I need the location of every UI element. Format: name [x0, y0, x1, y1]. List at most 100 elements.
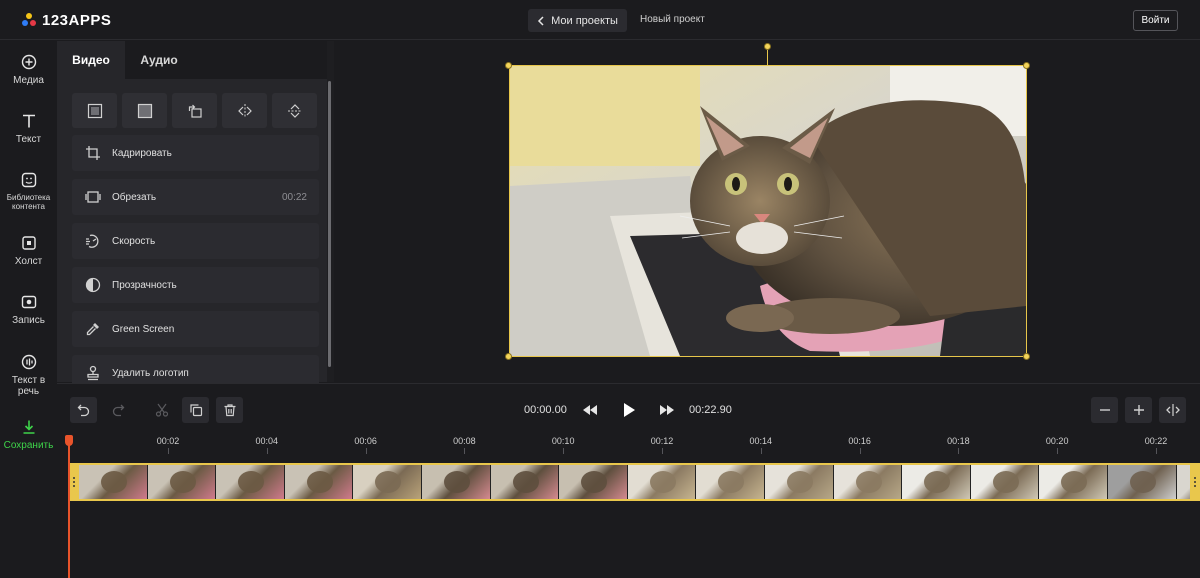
- app-logo[interactable]: 123APPS: [22, 10, 111, 30]
- thumbnail-cat-shape: [512, 471, 539, 493]
- rewind-icon: [582, 405, 597, 415]
- fast-forward-icon: [659, 405, 674, 415]
- clip-thumbnail: [147, 465, 217, 499]
- playhead-handle[interactable]: [65, 435, 73, 446]
- properties-panel: Видео Аудио Кадрировать Обрезать 00:22 С…: [57, 41, 334, 391]
- resize-handle-bottom-right[interactable]: [1023, 353, 1030, 360]
- rotate-button[interactable]: [172, 93, 217, 128]
- video-track-clip[interactable]: [69, 463, 1200, 501]
- sidebar-item-text[interactable]: Текст: [0, 112, 57, 145]
- clip-trim-handle-left[interactable]: [69, 463, 79, 501]
- top-bar: 123APPS Мои проекты Новый проект Войти: [0, 0, 1200, 40]
- rotate-handle[interactable]: [764, 43, 771, 50]
- thumbnail-cat-shape: [924, 471, 951, 493]
- video-editor-app: 123APPS Мои проекты Новый проект Войти М…: [0, 0, 1200, 578]
- sidebar-item-content-library[interactable]: Библиотека контента: [0, 171, 57, 211]
- text-to-speech-icon: [20, 353, 38, 371]
- sidebar-item-canvas[interactable]: Холст: [0, 234, 57, 267]
- playback-controls-bar: 00:00.00 00:22.90: [57, 383, 1200, 433]
- scissors-icon: [155, 403, 168, 417]
- resize-handle-top-left[interactable]: [505, 62, 512, 69]
- timeline-tick-label: 00:04: [255, 436, 279, 446]
- undo-button[interactable]: [70, 397, 97, 423]
- fill-frame-button[interactable]: [122, 93, 167, 128]
- sidebar-item-record[interactable]: Запись: [0, 293, 57, 326]
- clip-thumbnail: [902, 465, 971, 499]
- clip-thumbnail: [216, 465, 285, 499]
- zoom-in-button[interactable]: [1125, 397, 1152, 423]
- sidebar-label-text-to-speech: Текст в речь: [11, 375, 46, 397]
- thumbnail-cat-shape: [992, 471, 1019, 493]
- video-frame[interactable]: [509, 65, 1027, 357]
- thumbnail-cat-shape: [444, 471, 470, 493]
- clip-thumbnail: [79, 465, 148, 499]
- clip-thumbnail: [696, 465, 765, 499]
- thumbnail-cat-shape: [855, 471, 882, 493]
- timeline-tick-mark: [464, 448, 466, 454]
- timeline-tick-label: 00:14: [749, 436, 773, 446]
- flip-horizontal-button[interactable]: [222, 93, 267, 128]
- canvas-icon: [20, 234, 38, 252]
- redo-button[interactable]: [104, 397, 131, 423]
- panel-body: Кадрировать Обрезать 00:22 Скорость Проз…: [57, 79, 331, 391]
- timeline-tick-mark: [266, 448, 268, 454]
- zoom-out-button[interactable]: [1091, 397, 1118, 423]
- opacity-action[interactable]: Прозрачность: [72, 267, 319, 303]
- left-sidebar: Медиа Текст Библиотека контента Холст За…: [0, 41, 57, 578]
- resize-handle-bottom-left[interactable]: [505, 353, 512, 360]
- timeline-tick-label: 00:16: [848, 436, 871, 446]
- tab-video[interactable]: Видео: [57, 41, 125, 79]
- rotate-icon: [188, 104, 202, 118]
- timeline-tick-label: 00:12: [650, 436, 674, 446]
- resize-handle-top-right[interactable]: [1023, 62, 1030, 69]
- eyedropper-icon: [84, 320, 102, 338]
- panel-scrollbar[interactable]: [328, 81, 331, 367]
- play-button[interactable]: [615, 397, 642, 423]
- my-projects-button[interactable]: Мои проекты: [528, 9, 627, 32]
- fit-timeline-button[interactable]: [1159, 397, 1186, 423]
- green-screen-label: Green Screen: [112, 323, 175, 335]
- my-projects-label: Мои проекты: [551, 14, 618, 27]
- redo-icon: [112, 404, 124, 417]
- speed-label: Скорость: [112, 235, 156, 247]
- clip-thumbnail: [765, 465, 834, 499]
- trim-action[interactable]: Обрезать 00:22: [72, 179, 319, 215]
- cut-button[interactable]: [148, 397, 175, 423]
- timeline[interactable]: 00:02 00:04 00:06 00:08 00:10 00:12 00:14 00:16…: [57, 433, 1200, 578]
- logo-dots-icon: [22, 13, 36, 27]
- sidebar-label-content-library: Библиотека контента: [6, 193, 51, 211]
- thumbnail-cat-shape: [375, 471, 402, 493]
- clip-thumbnail: [970, 465, 1040, 499]
- clip-thumbnail: [833, 465, 903, 499]
- tab-audio[interactable]: Аудио: [125, 41, 193, 79]
- duplicate-button[interactable]: [182, 397, 209, 423]
- sidebar-item-media[interactable]: Медиа: [0, 53, 57, 86]
- chevron-left-icon: [538, 15, 544, 26]
- sidebar-item-text-to-speech[interactable]: Текст в речь: [0, 353, 57, 397]
- fit-frame-button[interactable]: [72, 93, 117, 128]
- clip-thumbnail: [1039, 465, 1108, 499]
- playhead[interactable]: [68, 435, 70, 578]
- stamp-icon: [84, 364, 102, 382]
- speed-action[interactable]: Скорость: [72, 223, 319, 259]
- crop-action[interactable]: Кадрировать: [72, 135, 319, 171]
- login-button[interactable]: Войти: [1133, 10, 1178, 31]
- rewind-button[interactable]: [576, 397, 603, 423]
- fit-frame-icon: [87, 103, 102, 118]
- fast-forward-button[interactable]: [653, 397, 680, 423]
- thumbnail-cat-shape: [581, 471, 608, 493]
- trim-duration: 00:22: [281, 191, 307, 203]
- timeline-tick-mark: [1156, 448, 1157, 454]
- thumbnail-cat-shape: [718, 471, 745, 493]
- delete-button[interactable]: [216, 397, 243, 423]
- video-preview-area: [334, 41, 1200, 382]
- sticker-icon: [20, 171, 38, 189]
- clip-trim-handle-right[interactable]: [1190, 463, 1200, 501]
- project-title[interactable]: Новый проект: [640, 14, 705, 25]
- flip-vertical-button[interactable]: [272, 93, 317, 128]
- thumbnail-cat-shape: [306, 471, 333, 493]
- clip-thumbnail: [284, 465, 354, 499]
- green-screen-action[interactable]: Green Screen: [72, 311, 319, 347]
- timeline-tick-label: 00:18: [947, 436, 970, 446]
- sidebar-item-save[interactable]: Сохранить: [0, 418, 57, 451]
